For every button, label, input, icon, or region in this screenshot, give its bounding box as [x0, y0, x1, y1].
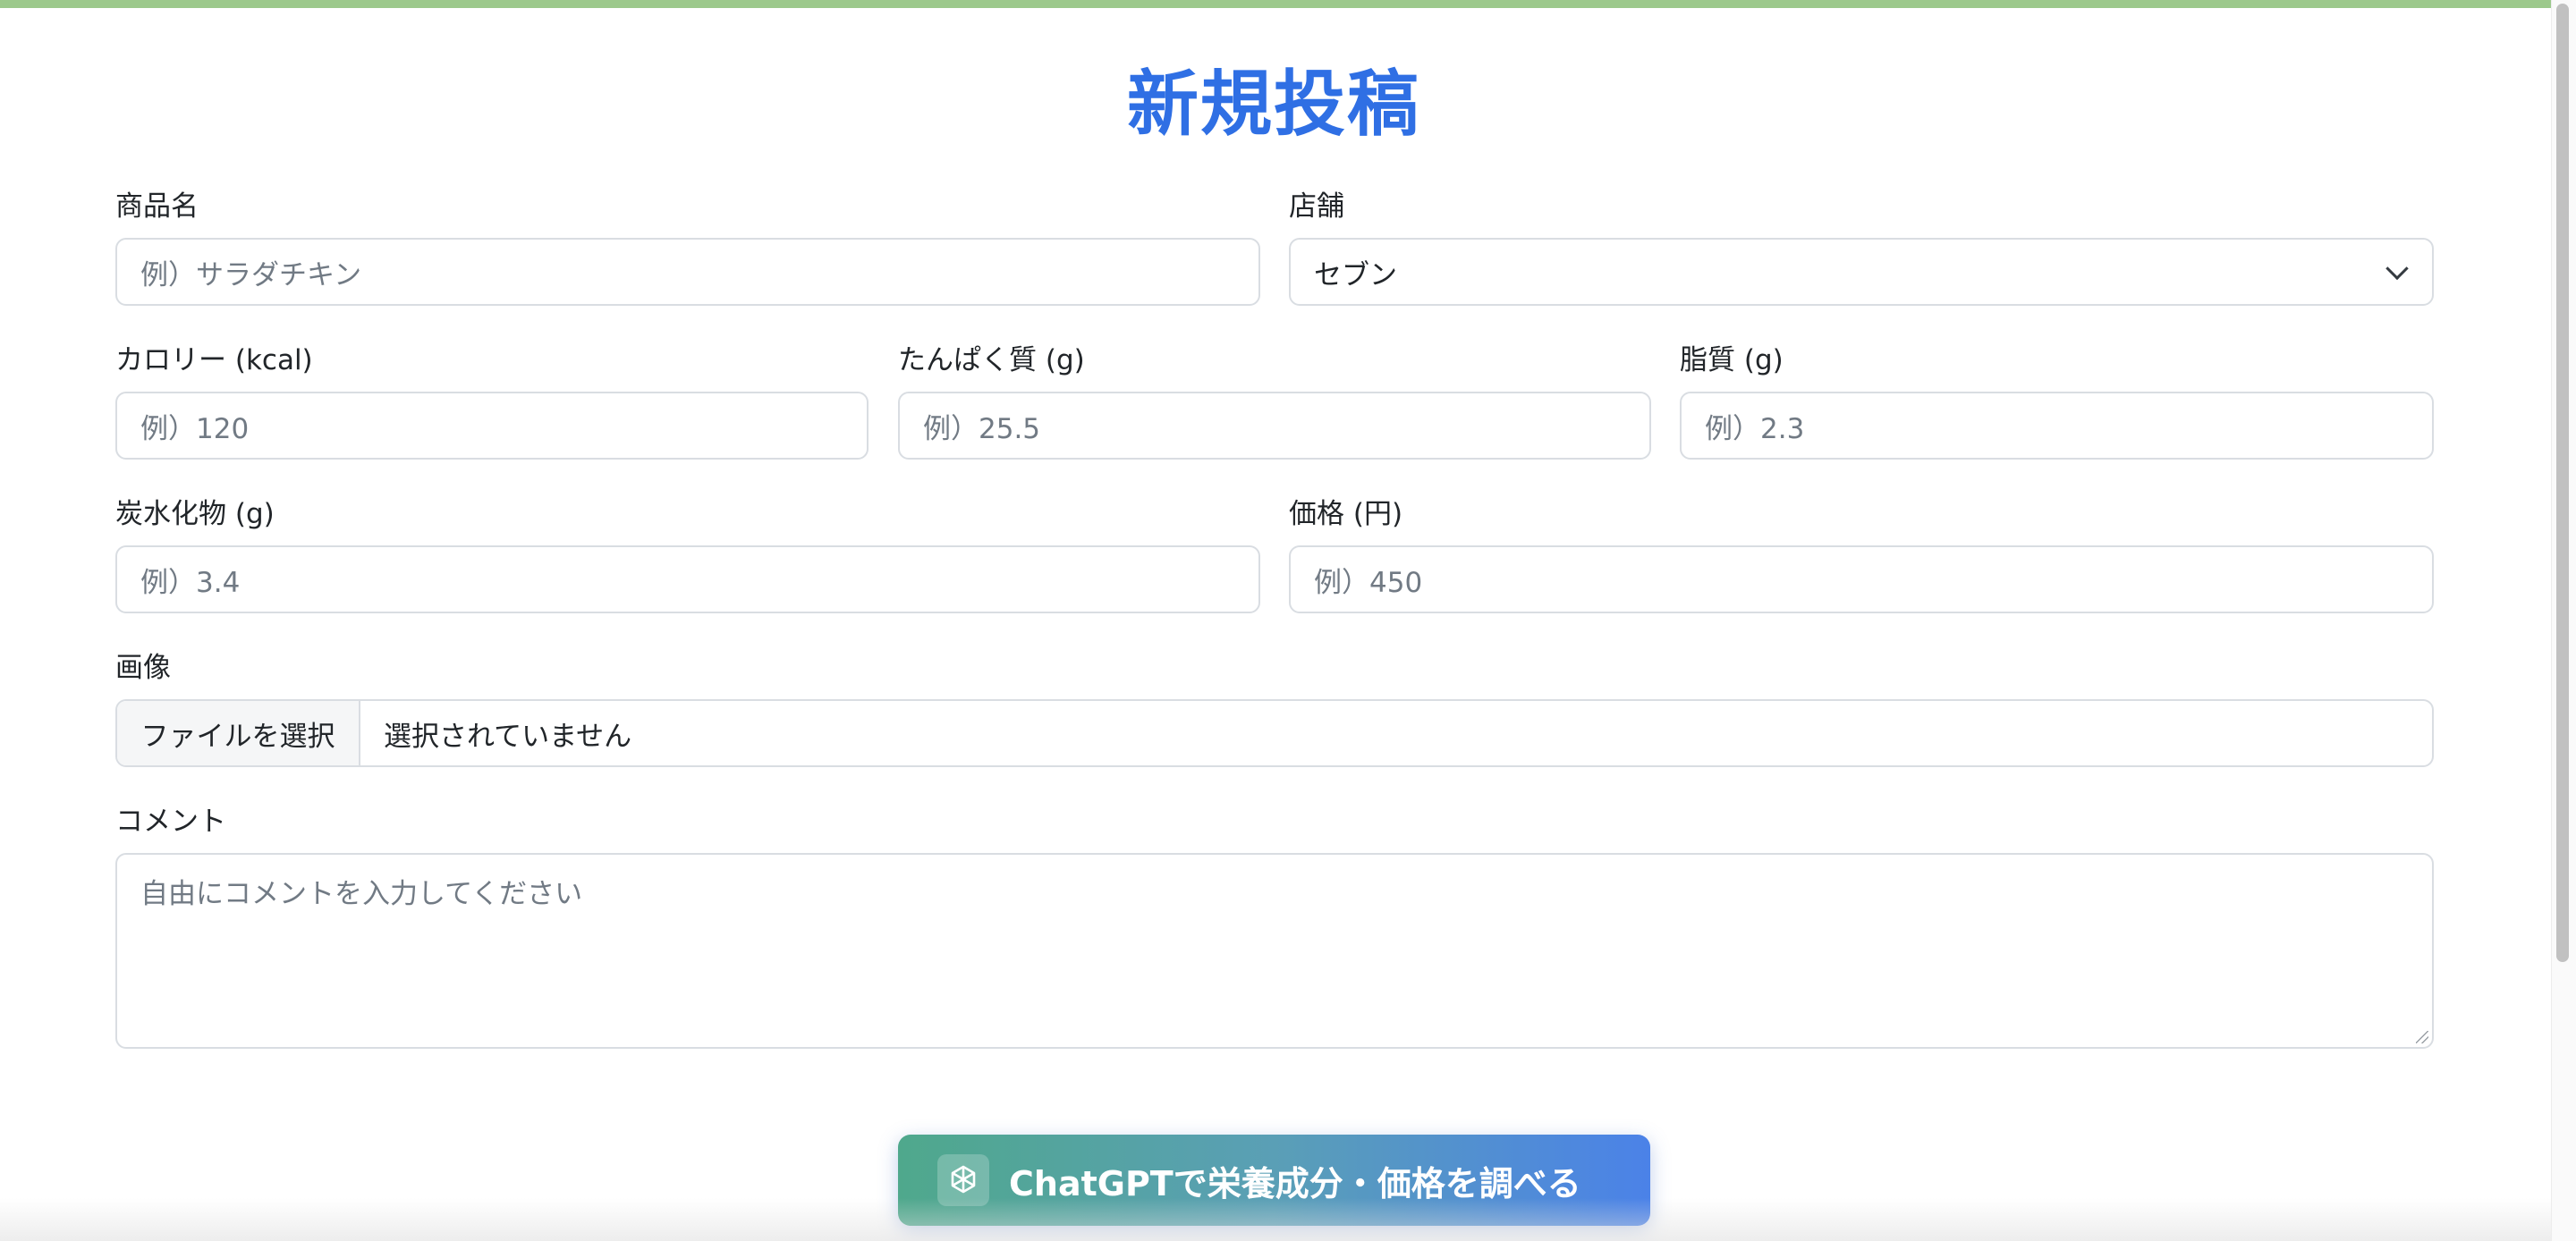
chevron-down-icon	[2385, 257, 2409, 281]
openai-icon	[937, 1154, 989, 1206]
resize-handle[interactable]	[2416, 1031, 2428, 1043]
comment-placeholder: 自由にコメントを入力してください	[140, 878, 583, 910]
top-accent-bar	[0, 0, 2555, 8]
carbs-label: 炭水化物 (g)	[115, 498, 275, 530]
calories-input[interactable]: 例）120	[115, 392, 869, 460]
protein-input[interactable]: 例）25.5	[898, 392, 1651, 460]
product-name-placeholder: 例）サラダチキン	[140, 258, 362, 291]
store-select[interactable]: セブン	[1289, 238, 2434, 306]
store-label: 店舗	[1289, 190, 1344, 223]
fat-label: 脂質 (g)	[1680, 344, 1784, 376]
protein-placeholder: 例）25.5	[923, 412, 1041, 445]
product-name-input[interactable]: 例）サラダチキン	[115, 238, 1260, 306]
carbs-input[interactable]: 例）3.4	[115, 545, 1260, 613]
file-status-text: 選択されていません	[384, 720, 632, 753]
price-placeholder: 例）450	[1314, 566, 1423, 599]
product-name-label: 商品名	[115, 190, 199, 223]
fat-placeholder: 例）2.3	[1705, 412, 1805, 445]
comment-label: コメント	[115, 806, 226, 838]
page-title: 新規投稿	[1127, 63, 1420, 146]
protein-label: たんぱく質 (g)	[898, 344, 1085, 376]
chatgpt-lookup-button[interactable]: ChatGPTで栄養成分・価格を調べる	[898, 1135, 1650, 1226]
carbs-placeholder: 例）3.4	[140, 566, 241, 599]
price-label: 価格 (円)	[1289, 498, 1403, 530]
comment-textarea[interactable]: 自由にコメントを入力してください	[115, 853, 2434, 1049]
image-label: 画像	[115, 652, 171, 684]
image-file-input[interactable]: ファイルを選択 選択されていません	[115, 699, 2434, 767]
calories-label: カロリー (kcal)	[115, 344, 313, 376]
choose-file-button[interactable]: ファイルを選択	[117, 701, 360, 765]
calories-placeholder: 例）120	[140, 412, 250, 445]
chatgpt-button-label: ChatGPTで栄養成分・価格を調べる	[1009, 1163, 1581, 1203]
fat-input[interactable]: 例）2.3	[1680, 392, 2434, 460]
price-input[interactable]: 例）450	[1289, 545, 2434, 613]
store-selected-value: セブン	[1314, 258, 1397, 291]
scrollbar-thumb[interactable]	[2556, 4, 2569, 962]
